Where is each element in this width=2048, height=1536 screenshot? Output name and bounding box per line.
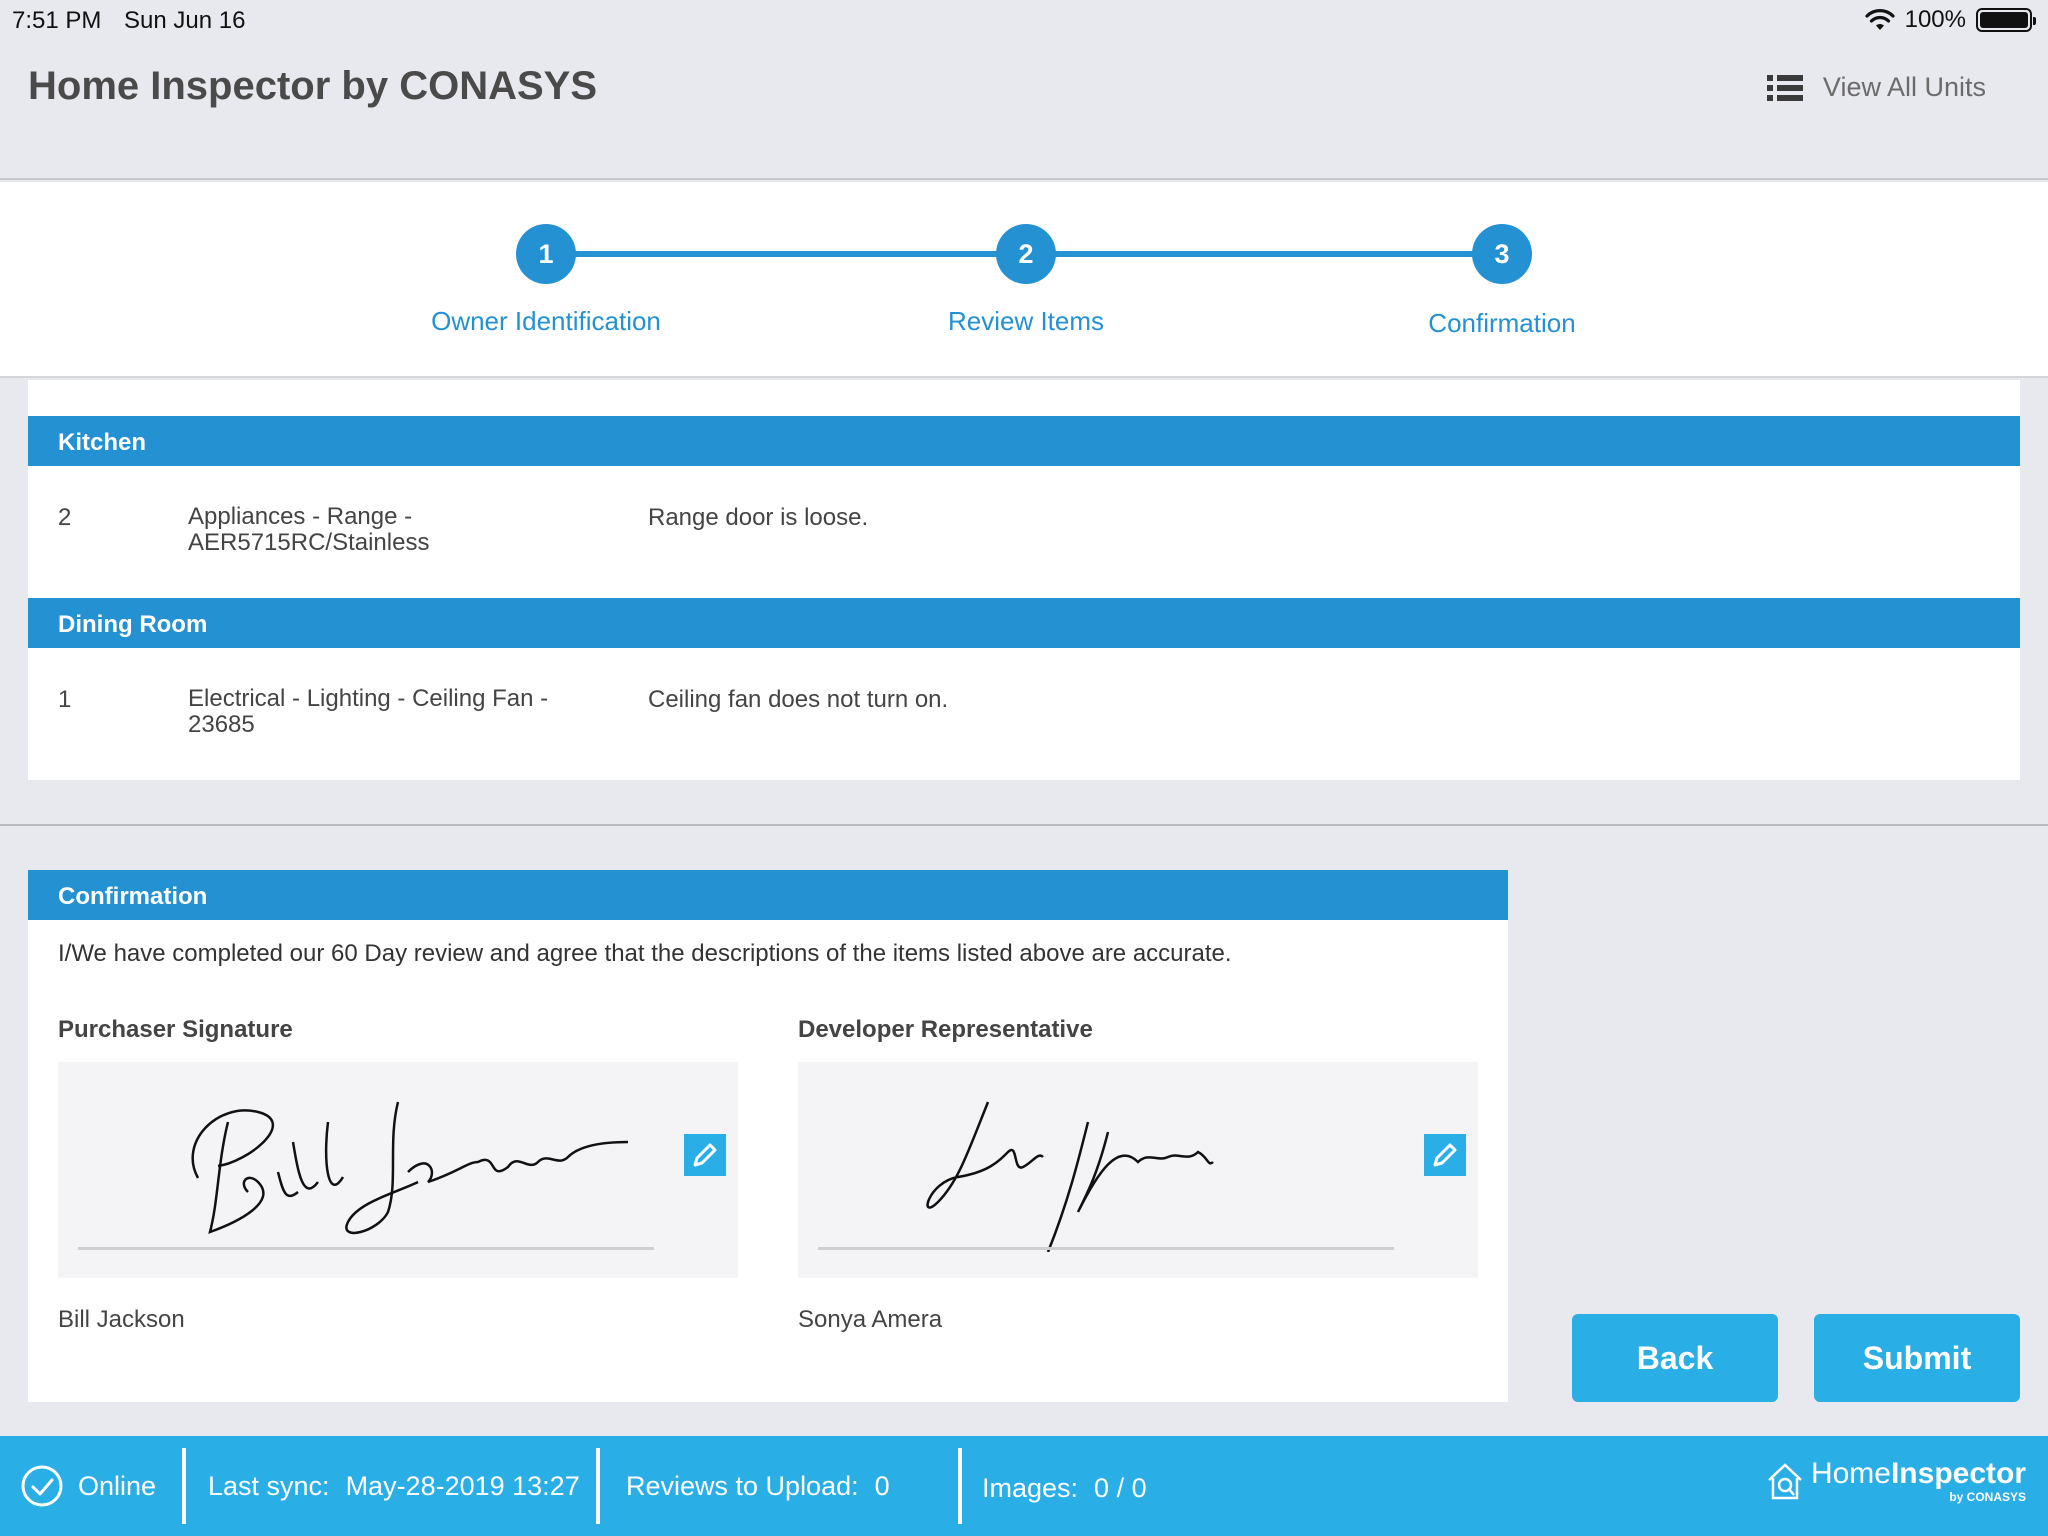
item-note: Ceiling fan does not turn on.: [648, 686, 949, 713]
logo-inspector-text: Inspector: [1890, 1457, 2026, 1490]
submit-button[interactable]: Submit: [1814, 1314, 2020, 1402]
developer-signature-pad[interactable]: [798, 1062, 1478, 1278]
purchaser-name: Bill Jackson: [58, 1306, 185, 1333]
section-header-kitchen: Kitchen: [28, 416, 2020, 466]
logo-by-conasys: by CONASYS: [1949, 1490, 2026, 1504]
signature-baseline: [818, 1247, 1394, 1250]
home-inspector-logo: HomeInspector by CONASYS: [1765, 1458, 2026, 1504]
battery-icon: [1976, 8, 2036, 32]
step-connector: [546, 251, 1026, 257]
step-3-circle[interactable]: 3: [1472, 224, 1532, 284]
images-count: Images: 0 / 0: [982, 1438, 1147, 1536]
check-circle-icon: [21, 1465, 63, 1507]
edit-purchaser-signature-button[interactable]: [684, 1134, 726, 1176]
item-note: Range door is loose.: [648, 504, 869, 531]
last-sync: Last sync: May-28-2019 13:27: [208, 1436, 580, 1536]
purchaser-signature-image: [191, 1101, 629, 1235]
footer-separator: [958, 1448, 962, 1524]
last-sync-value: May-28-2019 13:27: [345, 1470, 580, 1501]
confirmation-panel: Confirmation I/We have completed our 60 …: [28, 870, 1508, 1402]
status-right: 100%: [1865, 6, 2036, 34]
step-1-label[interactable]: Owner Identification: [431, 306, 661, 337]
app-header: Home Inspector by CONASYS View All Units: [0, 42, 2048, 180]
status-date: Sun Jun 16: [124, 7, 246, 34]
images-label: Images:: [982, 1472, 1079, 1503]
progress-stepper: 1 2 3 Owner Identification Review Items …: [0, 182, 2048, 378]
item-number: 1: [58, 686, 72, 713]
step-1-circle[interactable]: 1: [516, 224, 576, 284]
status-bar: 7:51 PM Sun Jun 16 100%: [0, 0, 2048, 42]
step-2-label[interactable]: Review Items: [948, 306, 1104, 337]
item-description: Appliances - Range - AER5715RC/Stainless: [188, 503, 430, 556]
footer-status-bar: Online Last sync: May-28-2019 13:27 Revi…: [0, 1436, 2048, 1536]
last-sync-label: Last sync:: [208, 1470, 330, 1501]
confirmation-header: Confirmation: [28, 870, 1508, 920]
signature-baseline: [78, 1247, 654, 1250]
purchaser-signature-label: Purchaser Signature: [58, 1016, 293, 1043]
item-description: Electrical - Lighting - Ceiling Fan - 23…: [188, 685, 549, 738]
edit-icon: [1433, 1143, 1457, 1167]
edit-developer-signature-button[interactable]: [1424, 1134, 1466, 1176]
developer-signature-image: [926, 1101, 1214, 1252]
house-search-icon: [1768, 1463, 1802, 1500]
reviews-label: Reviews to Upload:: [626, 1470, 859, 1501]
view-all-units-button[interactable]: View All Units: [1766, 72, 1986, 103]
battery-percent: 100%: [1904, 6, 1966, 33]
step-connector: [1026, 251, 1502, 257]
footer-separator: [182, 1448, 186, 1524]
app-title: Home Inspector by CONASYS: [28, 64, 598, 108]
list-icon: [1766, 74, 1803, 101]
developer-name: Sonya Amera: [798, 1306, 943, 1333]
wifi-icon: [1865, 9, 1895, 30]
back-button[interactable]: Back: [1572, 1314, 1778, 1402]
view-all-units-label: View All Units: [1822, 72, 1986, 102]
images-value: 0 / 0: [1094, 1472, 1147, 1503]
online-label: Online: [78, 1470, 157, 1501]
step-3-label[interactable]: Confirmation: [1428, 308, 1575, 339]
reviews-to-upload: Reviews to Upload: 0: [626, 1436, 890, 1536]
item-number: 2: [58, 504, 72, 531]
reviews-value: 0: [874, 1470, 890, 1501]
purchaser-signature-pad[interactable]: [58, 1062, 738, 1278]
edit-icon: [693, 1143, 717, 1167]
footer-separator: [596, 1448, 600, 1524]
section-divider: [0, 824, 2048, 826]
review-items-panel: Kitchen 2 Appliances - Range - AER5715RC…: [28, 380, 2020, 780]
logo-home-text: Home: [1810, 1457, 1891, 1490]
section-header-dining-room: Dining Room: [28, 598, 2020, 648]
step-2-circle[interactable]: 2: [996, 224, 1056, 284]
developer-signature-label: Developer Representative: [798, 1016, 1093, 1043]
confirmation-statement: I/We have completed our 60 Day review an…: [58, 940, 1232, 967]
online-status: Online: [20, 1436, 156, 1536]
status-time: 7:51 PM: [12, 7, 102, 34]
